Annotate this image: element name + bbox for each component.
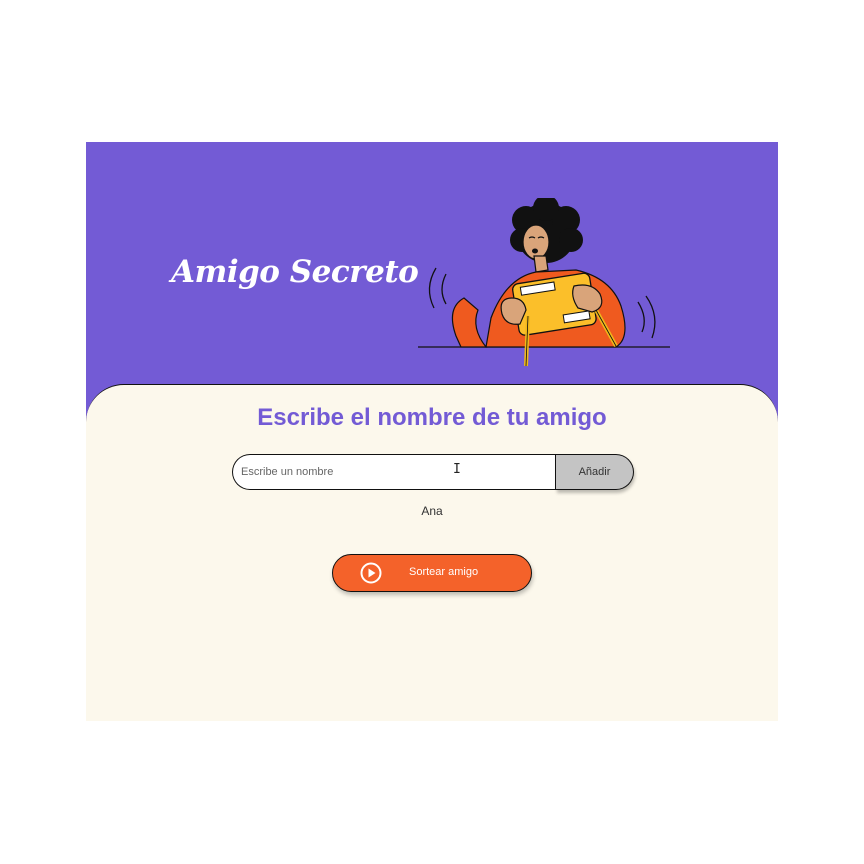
draw-button-label: Sortear amigo — [409, 566, 479, 578]
app-frame: Amigo Secreto Escribe el nombre de tu am… — [86, 142, 778, 721]
play-circle-icon — [360, 562, 382, 584]
text-cursor-icon: I — [453, 462, 461, 477]
input-heading: Escribe el nombre de tu amigo — [257, 404, 607, 431]
friend-list: Ana — [86, 503, 778, 519]
main-panel — [86, 384, 778, 721]
header-banner: Amigo Secreto — [86, 142, 778, 422]
draw-friend-button[interactable]: Sortear amigo — [332, 554, 532, 592]
friend-name-input[interactable] — [232, 454, 557, 490]
input-row: I Añadir — [232, 454, 634, 490]
app-title: Amigo Secreto — [171, 254, 419, 290]
gamer-illustration — [418, 198, 670, 367]
list-item: Ana — [421, 504, 443, 518]
add-button[interactable]: Añadir — [556, 454, 634, 490]
